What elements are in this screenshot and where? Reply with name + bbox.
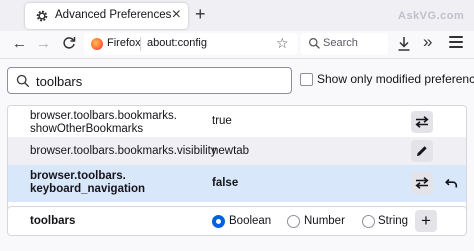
edit-button[interactable] [411,140,433,162]
toggle-arrows-icon [415,116,429,128]
url-separator [140,37,141,51]
show-modified-label: Show only modified preferences [317,72,474,86]
url-text[interactable]: about:config [147,37,207,49]
search-icon [309,38,320,49]
reload-icon[interactable] [61,35,77,51]
tab-title: Advanced Preferences [55,9,172,21]
pref-name-line: browser.toolbars. [30,170,126,182]
pencil-icon [417,146,427,156]
show-modified-checkbox[interactable] [300,73,313,86]
add-preference-row: toolbars Boolean Number String + [7,206,467,236]
add-button[interactable]: + [415,210,437,232]
overflow-chevron-icon[interactable]: » [423,32,432,52]
radio-boolean-label: Boolean [229,215,272,227]
pref-name-line: browser.toolbars.bookmarks. [30,110,178,122]
identity-label: Firefox [107,37,141,49]
pref-name[interactable]: browser.toolbars. keyboard_navigation [30,170,145,196]
forward-button[interactable]: → [36,35,51,52]
gear-icon [36,10,48,22]
preference-search-input[interactable] [36,72,286,90]
table-row-modified: browser.toolbars. keyboard_navigation fa… [8,165,466,202]
reset-button[interactable] [440,172,462,194]
firefox-logo-icon [91,38,103,50]
preference-search-box[interactable] [7,67,292,94]
hamburger-menu-icon[interactable] [449,36,463,50]
pref-name-line: browser.toolbars.bookmarks.visibility [30,145,217,157]
radio-boolean[interactable] [212,215,225,228]
navigation-toolbar: ← → Firefox about:config ☆ Search » [0,31,474,59]
undo-icon [444,178,457,188]
table-row: browser.toolbars.bookmarks. showOtherBoo… [8,106,466,137]
new-tab-button[interactable]: + [195,4,206,24]
about-config-page: Show only modified preferences browser.t… [0,60,474,251]
tab-strip: Advanced Preferences × + AskVG.com [0,0,474,31]
toggle-arrows-icon [415,177,429,189]
radio-number[interactable] [287,215,300,228]
bookmark-star-icon[interactable]: ☆ [276,35,289,52]
close-tab-icon[interactable]: × [172,7,181,23]
url-bar[interactable]: Firefox about:config ☆ [84,33,297,55]
search-placeholder: Search [323,37,358,49]
pref-value[interactable]: false [212,177,238,189]
pref-name-line: showOtherBookmarks [30,123,144,135]
radio-string-label: String [378,215,409,227]
search-icon [16,74,30,88]
watermark: AskVG.com [398,10,465,22]
search-bar[interactable]: Search [301,33,388,55]
pref-value[interactable]: true [212,115,232,127]
back-button[interactable]: ← [12,35,27,52]
pref-name[interactable]: browser.toolbars.bookmarks.visibility [30,145,217,158]
toggle-button[interactable] [411,111,433,133]
radio-number-label: Number [304,215,345,227]
radio-string[interactable] [362,215,375,228]
download-icon[interactable] [397,36,411,52]
pref-name-line: keyboard_navigation [30,183,146,195]
pref-value[interactable]: newtab [212,145,249,157]
new-pref-name: toolbars [30,215,76,227]
pref-name[interactable]: browser.toolbars.bookmarks. showOtherBoo… [30,110,177,136]
table-row: browser.toolbars.bookmarks.visibility ne… [8,137,466,165]
toggle-button[interactable] [411,172,433,194]
tab-advanced-preferences[interactable]: Advanced Preferences × [25,3,188,29]
